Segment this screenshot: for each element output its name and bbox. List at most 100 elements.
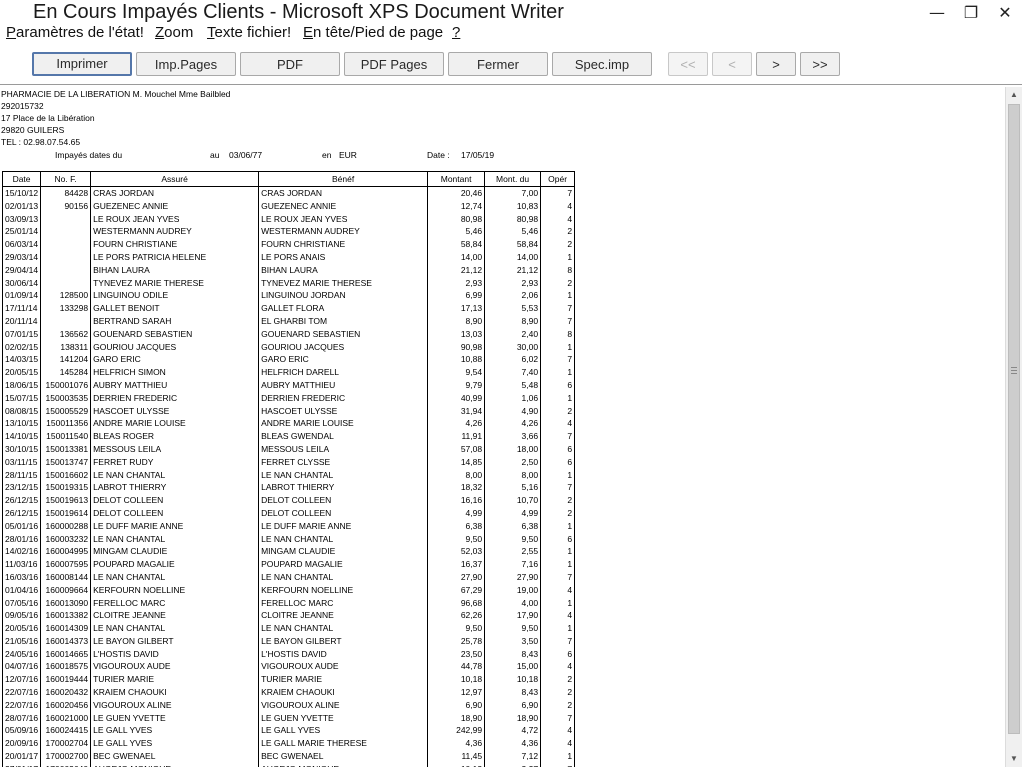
cell-invoice-no: 160014665 bbox=[40, 647, 92, 661]
restore-button[interactable]: ❐ bbox=[957, 2, 985, 24]
cell-amount-due: 10,18 bbox=[484, 673, 542, 687]
cell-operator: 7 bbox=[540, 711, 576, 725]
cell-amount-due: 4,26 bbox=[484, 417, 542, 431]
cell-beneficiary: TURIER MARIE bbox=[258, 673, 429, 687]
table-row: 01/09/14 128500 LINGUINOU ODILE LINGUINOU J… bbox=[1, 289, 576, 303]
menu-texte-fichier[interactable]: Texte fichier! bbox=[207, 24, 291, 41]
cell-amount: 11,91 bbox=[427, 430, 486, 443]
cell-amount: 8,00 bbox=[427, 468, 486, 482]
cell-date: 14/10/15 bbox=[1, 430, 42, 443]
cell-date: 05/01/16 bbox=[1, 519, 42, 533]
spec-imp-button[interactable]: Spec.imp bbox=[552, 52, 652, 76]
scroll-up-icon[interactable]: ▲ bbox=[1006, 87, 1022, 103]
scroll-thumb[interactable] bbox=[1008, 104, 1020, 734]
table-row: 05/09/16 160024415 LE GALL YVES LE GALL YVE… bbox=[1, 724, 576, 738]
pharmacy-name: PHARMACIE DE LA LIBERATION M. Mouchel Mm… bbox=[1, 89, 231, 99]
cell-amount: 16,37 bbox=[427, 558, 486, 571]
table-row: 28/11/15 150016602 LE NAN CHANTAL LE NAN CH… bbox=[1, 468, 576, 482]
cell-operator: 1 bbox=[540, 519, 576, 533]
table-row: 27/01/17170003640AUGEJO MONIQUEAUGEJO MO… bbox=[1, 762, 576, 767]
cell-operator: 2 bbox=[540, 404, 576, 418]
cell-amount: 23,50 bbox=[427, 647, 486, 661]
col-insured: Assuré bbox=[90, 171, 260, 187]
print-button[interactable]: Imprimer bbox=[32, 52, 132, 76]
cell-amount: 67,29 bbox=[427, 583, 486, 597]
title-bar: En Cours Impayés Clients - Microsoft XPS… bbox=[0, 0, 1022, 26]
cell-invoice-no: 160004995 bbox=[40, 545, 92, 559]
cell-date: 28/01/16 bbox=[1, 532, 42, 546]
menu-zoom[interactable]: Zoom bbox=[155, 24, 193, 41]
last-page-button[interactable]: >> bbox=[800, 52, 840, 76]
cell-date: 21/05/16 bbox=[1, 634, 42, 648]
table-row: 02/01/13 90156 GUEZENEC ANNIE GUEZENEC ANNI… bbox=[1, 199, 576, 213]
cell-beneficiary: POUPARD MAGALIE bbox=[258, 558, 429, 571]
table-row: 30/06/14 TYNEVEZ MARIE THERESE TYNEVEZ MAR… bbox=[1, 276, 576, 290]
menu-help[interactable]: ? bbox=[452, 24, 460, 41]
cell-operator: 1 bbox=[540, 596, 576, 610]
cell-date: 20/01/17 bbox=[1, 750, 42, 763]
cell-amount-due: 4,00 bbox=[484, 596, 542, 610]
cell-amount-due: 21,12 bbox=[484, 263, 542, 277]
cell-invoice-no: 160014373 bbox=[40, 634, 92, 648]
table-row: 29/03/14 LE PORS PATRICIA HELENE LE PORS A… bbox=[1, 250, 576, 264]
menu-parametres-label: aramètres de l'état! bbox=[16, 24, 144, 41]
table-row: 04/07/16 160018575 VIGOUROUX AUDE VIGOUROUX… bbox=[1, 660, 576, 674]
next-page-button[interactable]: > bbox=[756, 52, 796, 76]
pdf-pages-button[interactable]: PDF Pages bbox=[344, 52, 444, 76]
cell-beneficiary: GALLET FLORA bbox=[258, 302, 429, 315]
imp-pages-button[interactable]: Imp.Pages bbox=[136, 52, 236, 76]
cell-amount-due: 7,12 bbox=[484, 750, 542, 763]
table-row: 02/02/15 138311 GOURIOU JACQUES GOURIOU JAC… bbox=[1, 340, 576, 354]
cell-operator: 1 bbox=[540, 289, 576, 303]
cell-insured: GARO ERIC bbox=[90, 353, 260, 367]
cell-invoice-no: 128500 bbox=[40, 289, 92, 303]
table-row: 01/04/16 160009664 KERFOURN NOELLINE KERFOU… bbox=[1, 583, 576, 597]
cell-amount: 11,45 bbox=[427, 750, 486, 763]
prev-page-button[interactable]: < bbox=[712, 52, 752, 76]
cell-insured: KRAIEM CHAOUKI bbox=[90, 686, 260, 699]
cell-invoice-no: 150019315 bbox=[40, 481, 92, 495]
cell-date: 29/03/14 bbox=[1, 250, 42, 264]
vertical-scrollbar[interactable]: ▲ ▼ bbox=[1005, 87, 1022, 767]
cell-invoice-no: 145284 bbox=[40, 366, 92, 379]
cell-date: 15/10/12 bbox=[1, 186, 42, 200]
cell-amount: 4,26 bbox=[427, 417, 486, 431]
unpaid-table: Date No. F. Assuré Bénéf Montant Mont. d… bbox=[1, 171, 576, 767]
cell-operator: 7 bbox=[540, 302, 576, 315]
cell-amount-due: 3,66 bbox=[484, 430, 542, 443]
cell-operator: 4 bbox=[540, 660, 576, 674]
cell-amount: 18,32 bbox=[427, 481, 486, 495]
cell-amount-due: 6,90 bbox=[484, 698, 542, 712]
scroll-down-icon[interactable]: ▼ bbox=[1006, 751, 1022, 767]
cell-amount: 4,99 bbox=[427, 506, 486, 520]
cell-amount: 9,50 bbox=[427, 622, 486, 635]
cell-amount: 6,38 bbox=[427, 519, 486, 533]
pdf-button[interactable]: PDF bbox=[240, 52, 340, 76]
cell-invoice-no: 170002700 bbox=[40, 750, 92, 763]
cell-invoice-no: 160007595 bbox=[40, 558, 92, 571]
close-report-button[interactable]: Fermer bbox=[448, 52, 548, 76]
first-page-button[interactable]: << bbox=[668, 52, 708, 76]
cell-operator: 1 bbox=[540, 340, 576, 354]
cell-operator: 4 bbox=[540, 737, 576, 751]
cell-invoice-no: 133298 bbox=[40, 302, 92, 315]
pharmacy-address: 17 Place de la Libération bbox=[1, 113, 95, 123]
col-invoice-no: No. F. bbox=[40, 171, 92, 187]
menu-parametres[interactable]: Paramètres de l'état! bbox=[6, 24, 144, 41]
minimize-button[interactable]: — bbox=[923, 2, 951, 24]
cell-insured: DELOT COLLEEN bbox=[90, 494, 260, 507]
cell-beneficiary: LE GALL YVES bbox=[258, 724, 429, 738]
cell-amount-due: 10,83 bbox=[484, 199, 542, 213]
cell-invoice-no: 160008144 bbox=[40, 570, 92, 584]
cell-date: 02/01/13 bbox=[1, 199, 42, 213]
pharmacy-city: 29820 GUILERS bbox=[1, 125, 65, 135]
cell-operator: 1 bbox=[540, 468, 576, 482]
table-row: 12/07/16 160019444 TURIER MARIE TURIER MARI… bbox=[1, 673, 576, 687]
cell-amount-due: 18,00 bbox=[484, 442, 542, 456]
close-window-button[interactable]: ✕ bbox=[991, 2, 1019, 24]
menu-entete-pied[interactable]: En tête/Pied de page bbox=[303, 24, 443, 41]
cell-amount-due: 58,84 bbox=[484, 238, 542, 251]
cell-insured: GALLET BENOIT bbox=[90, 302, 260, 315]
cell-amount-due: 18,90 bbox=[484, 711, 542, 725]
cell-insured: ANDRE MARIE LOUISE bbox=[90, 417, 260, 431]
